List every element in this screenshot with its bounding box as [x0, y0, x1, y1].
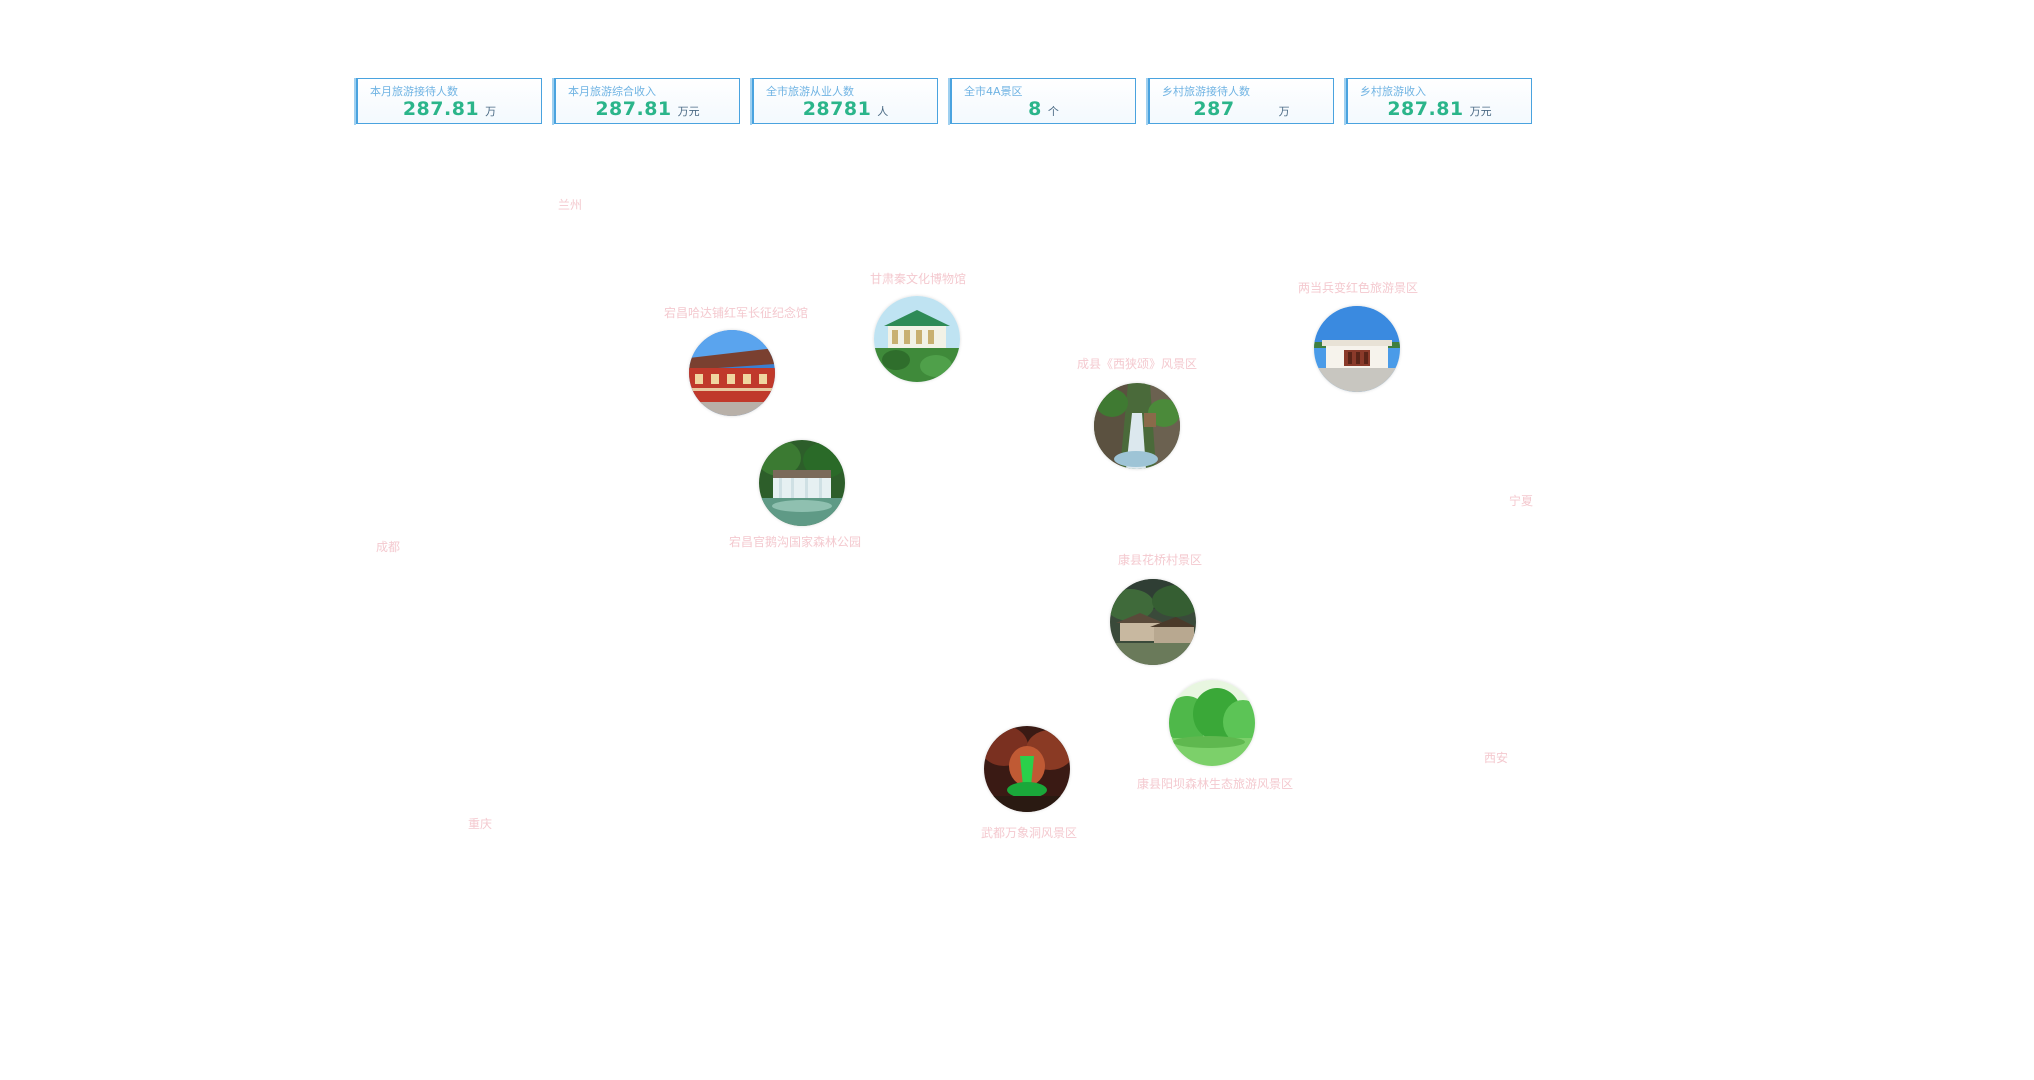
- red-building-photo[interactable]: [689, 330, 775, 416]
- spot-label-hadapu-memorial: 宕昌哈达铺红军长征纪念馆: [663, 306, 809, 320]
- memorial-gate-photo[interactable]: [1314, 306, 1400, 392]
- forest-photo[interactable]: [1169, 680, 1255, 766]
- village-photo[interactable]: [1110, 579, 1196, 665]
- city-label-xian: 西安: [1484, 751, 1509, 765]
- tourism-map[interactable]: 兰州 成都 重庆 宁夏 西安 宕昌哈达铺红军长征纪念馆 甘肃秦文化博物馆 两当兵…: [0, 0, 2034, 1080]
- cave-photo[interactable]: [984, 726, 1070, 812]
- city-label-lanzhou: 兰州: [558, 198, 583, 212]
- museum-photo[interactable]: [874, 296, 960, 382]
- city-label-chengdu: 成都: [376, 540, 401, 554]
- spot-label-liangdang-red-tourism: 两当兵变红色旅游景区: [1297, 281, 1419, 295]
- city-label-ningxia: 宁夏: [1509, 494, 1534, 508]
- spot-label-qin-museum: 甘肃秦文化博物馆: [869, 272, 967, 286]
- spot-label-wanxiang-cave: 武都万象洞风景区: [980, 826, 1078, 840]
- waterfall-photo[interactable]: [759, 440, 845, 526]
- spot-label-yangba-forest: 康县阳坝森林生态旅游风景区: [1136, 777, 1294, 791]
- gorge-photo[interactable]: [1094, 383, 1180, 469]
- spot-label-guan-e-gou: 宕昌官鹅沟国家森林公园: [728, 535, 862, 549]
- spot-label-huaqiao-village: 康县花桥村景区: [1117, 553, 1203, 567]
- city-label-chongqing: 重庆: [468, 817, 493, 831]
- spot-label-xixia-song: 成县《西狭颂》风景区: [1076, 357, 1198, 371]
